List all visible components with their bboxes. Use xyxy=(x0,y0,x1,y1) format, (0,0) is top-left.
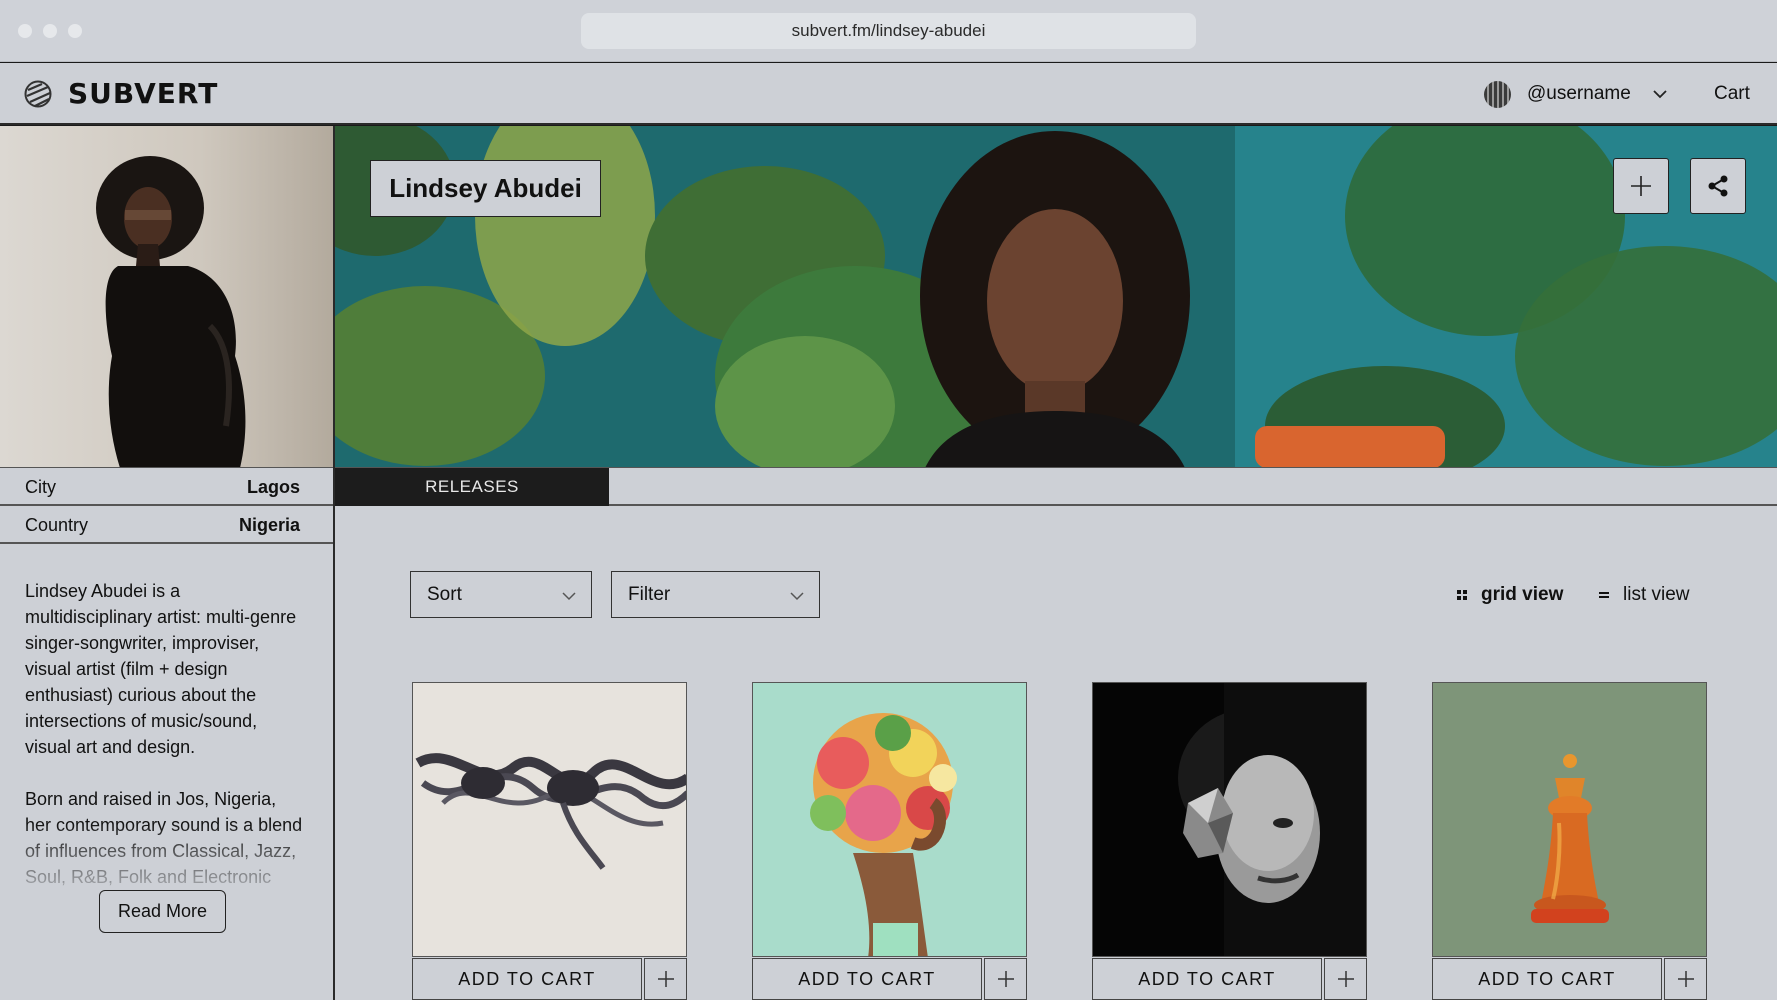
city-value: Lagos xyxy=(246,477,300,497)
username-menu[interactable]: @username xyxy=(1527,83,1631,105)
address-bar[interactable]: subvert.fm/lindsey-abudei xyxy=(581,13,1196,49)
profile-tabs: RELEASES xyxy=(335,468,1777,506)
bio-paragraph-1: Lindsey Abudei is a multidisciplinary ar… xyxy=(25,581,297,757)
release-card: ADD TO CART xyxy=(752,682,1027,1000)
plus-icon xyxy=(1631,176,1651,196)
window-minimize-dot[interactable] xyxy=(43,24,57,38)
sort-dropdown[interactable]: Sort xyxy=(410,571,592,618)
follow-button[interactable] xyxy=(1613,158,1669,214)
share-button[interactable] xyxy=(1690,158,1746,214)
share-icon xyxy=(1708,175,1728,197)
list-icon xyxy=(1599,592,1609,598)
plus-icon xyxy=(997,971,1014,987)
release-cover[interactable] xyxy=(1432,682,1707,957)
releases-section: Sort Filter grid view list view ADD TO C… xyxy=(335,506,1777,1000)
list-view-toggle[interactable]: list view xyxy=(1597,584,1690,606)
country-value: Nigeria xyxy=(238,515,300,535)
chevron-down-icon xyxy=(562,592,576,601)
release-cover[interactable] xyxy=(1092,682,1367,957)
site-logo[interactable]: SUBVERT xyxy=(68,77,218,110)
add-to-cart-button[interactable]: ADD TO CART xyxy=(1432,958,1662,1000)
artist-portrait xyxy=(0,126,333,468)
filter-dropdown[interactable]: Filter xyxy=(611,571,820,618)
chevron-down-icon[interactable] xyxy=(1652,86,1668,102)
release-card: ADD TO CART xyxy=(412,682,687,1000)
add-to-collection-button[interactable] xyxy=(644,958,687,1000)
add-to-cart-button[interactable]: ADD TO CART xyxy=(412,958,642,1000)
artist-name: Lindsey Abudei xyxy=(370,160,601,217)
grid-icon xyxy=(1457,590,1467,600)
plus-icon xyxy=(657,971,674,987)
browser-chrome: subvert.fm/lindsey-abudei xyxy=(0,0,1777,62)
release-cover[interactable] xyxy=(412,682,687,957)
plus-icon xyxy=(1677,971,1694,987)
list-view-label: list view xyxy=(1623,584,1690,605)
country-row: Country Nigeria xyxy=(0,506,333,544)
filter-label: Filter xyxy=(628,584,671,605)
cart-link[interactable]: Cart xyxy=(1714,83,1750,105)
city-row: City Lagos xyxy=(0,468,333,506)
release-cover[interactable] xyxy=(752,682,1027,957)
artist-profile-panel: City Lagos Country Nigeria Lindsey Abude… xyxy=(0,126,335,1000)
sort-label: Sort xyxy=(427,584,462,605)
artist-hero-banner: Lindsey Abudei xyxy=(335,126,1777,468)
release-card: ADD TO CART xyxy=(1432,682,1707,1000)
add-to-cart-button[interactable]: ADD TO CART xyxy=(1092,958,1322,1000)
add-to-collection-button[interactable] xyxy=(984,958,1027,1000)
window-maximize-dot[interactable] xyxy=(68,24,82,38)
add-to-collection-button[interactable] xyxy=(1664,958,1707,1000)
grid-view-toggle[interactable]: grid view xyxy=(1455,584,1563,606)
user-avatar[interactable] xyxy=(1484,81,1511,108)
subvert-logo-icon xyxy=(24,80,52,108)
city-label: City xyxy=(25,477,56,497)
plus-icon xyxy=(1337,971,1354,987)
add-to-collection-button[interactable] xyxy=(1324,958,1367,1000)
add-to-cart-button[interactable]: ADD TO CART xyxy=(752,958,982,1000)
site-header: SUBVERT @username Cart xyxy=(0,63,1777,125)
release-card: ADD TO CART xyxy=(1092,682,1367,1000)
tab-releases[interactable]: RELEASES xyxy=(335,468,609,506)
read-more-button[interactable]: Read More xyxy=(99,890,226,933)
window-close-dot[interactable] xyxy=(18,24,32,38)
country-label: Country xyxy=(25,515,89,535)
grid-view-label: grid view xyxy=(1481,584,1564,605)
chevron-down-icon xyxy=(790,592,804,601)
